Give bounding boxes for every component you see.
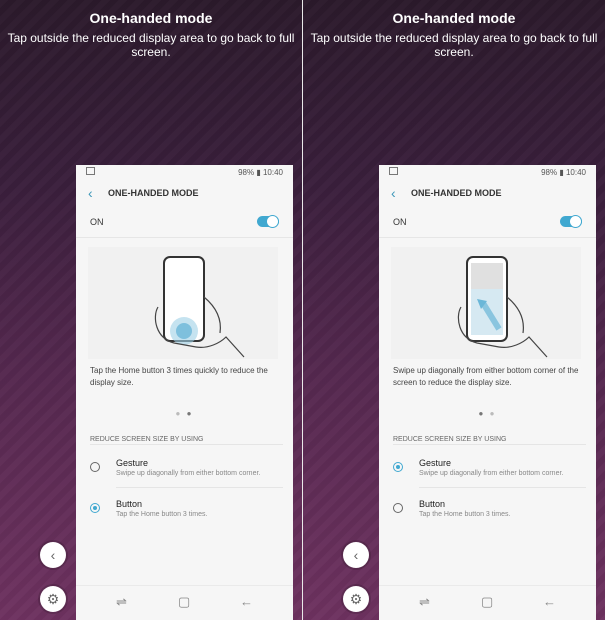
option-title: Button bbox=[116, 499, 143, 509]
gallery-icon bbox=[86, 167, 95, 175]
option-divider bbox=[116, 487, 283, 488]
section-divider bbox=[90, 444, 283, 445]
on-label: ON bbox=[393, 217, 407, 227]
title-bar: ‹ ONE-HANDED MODE bbox=[76, 179, 293, 207]
page-dots: ● ● bbox=[175, 409, 194, 418]
option-subtitle: Tap the Home button 3 times. bbox=[419, 511, 511, 518]
back-arrow-icon[interactable]: ← bbox=[240, 594, 253, 609]
section-header: REDUCE SCREEN SIZE BY USING bbox=[393, 436, 507, 443]
nav-bar: ⇌ ▢ ← bbox=[76, 585, 293, 620]
option-divider bbox=[419, 487, 586, 488]
home-icon[interactable]: ▢ bbox=[178, 594, 190, 610]
option-title: Gesture bbox=[116, 458, 149, 468]
illustration-home-button bbox=[88, 247, 278, 359]
radio-button[interactable] bbox=[393, 503, 403, 513]
status-bar: 98% ▮ 10:40 bbox=[76, 165, 293, 179]
option-subtitle: Swipe up diagonally from either bottom c… bbox=[116, 470, 261, 477]
on-label: ON bbox=[90, 217, 104, 227]
section-header: REDUCE SCREEN SIZE BY USING bbox=[90, 436, 204, 443]
page-dots: ● ● bbox=[478, 409, 497, 418]
description: Swipe up diagonally from either bottom c… bbox=[393, 366, 579, 387]
option-subtitle: Swipe up diagonally from either bottom c… bbox=[419, 470, 564, 477]
toggle-switch[interactable] bbox=[560, 215, 582, 228]
gallery-icon bbox=[389, 167, 398, 175]
option-subtitle: Tap the Home button 3 times. bbox=[116, 511, 208, 518]
status-bar: 98% ▮ 10:40 bbox=[379, 165, 596, 179]
illustration-gesture bbox=[391, 247, 581, 359]
gear-icon[interactable]: ⚙ bbox=[40, 586, 66, 612]
back-arrow-icon[interactable]: ← bbox=[543, 594, 556, 609]
subtext: Tap outside the reduced display area to … bbox=[310, 31, 598, 59]
recent-apps-icon[interactable]: ⇌ bbox=[116, 594, 127, 610]
right-panel: One-handed mode Tap outside the reduced … bbox=[303, 0, 605, 620]
description: Tap the Home button 3 times quickly to r… bbox=[90, 366, 268, 387]
back-icon[interactable]: ‹ bbox=[88, 185, 93, 201]
reduced-screen: 98% ▮ 10:40 ‹ ONE-HANDED MODE ON Swipe u… bbox=[379, 165, 596, 620]
recent-apps-icon[interactable]: ⇌ bbox=[419, 594, 430, 610]
option-title: Button bbox=[419, 499, 446, 509]
gear-icon[interactable]: ⚙ bbox=[343, 586, 369, 612]
radio-button[interactable] bbox=[90, 503, 100, 513]
status-text: 98% ▮ 10:40 bbox=[541, 168, 586, 177]
screen-title: ONE-HANDED MODE bbox=[411, 188, 502, 198]
on-row[interactable]: ON bbox=[379, 207, 596, 238]
section-divider bbox=[393, 444, 586, 445]
option-title: Gesture bbox=[419, 458, 452, 468]
exit-one-handed-icon[interactable]: ‹ bbox=[40, 542, 66, 568]
screen-title: ONE-HANDED MODE bbox=[108, 188, 199, 198]
subtext: Tap outside the reduced display area to … bbox=[7, 31, 295, 59]
on-row[interactable]: ON bbox=[76, 207, 293, 238]
reduced-screen: 98% ▮ 10:40 ‹ ONE-HANDED MODE ON Tap the… bbox=[76, 165, 293, 620]
radio-gesture[interactable] bbox=[90, 462, 100, 472]
headline: One-handed mode bbox=[392, 10, 516, 26]
toggle-switch[interactable] bbox=[257, 215, 279, 228]
title-bar: ‹ ONE-HANDED MODE bbox=[379, 179, 596, 207]
status-text: 98% ▮ 10:40 bbox=[238, 168, 283, 177]
headline: One-handed mode bbox=[89, 10, 213, 26]
back-icon[interactable]: ‹ bbox=[391, 185, 396, 201]
radio-gesture[interactable] bbox=[393, 462, 403, 472]
left-panel: One-handed mode Tap outside the reduced … bbox=[0, 0, 302, 620]
exit-one-handed-icon[interactable]: ‹ bbox=[343, 542, 369, 568]
nav-bar: ⇌ ▢ ← bbox=[379, 585, 596, 620]
home-icon[interactable]: ▢ bbox=[481, 594, 493, 610]
